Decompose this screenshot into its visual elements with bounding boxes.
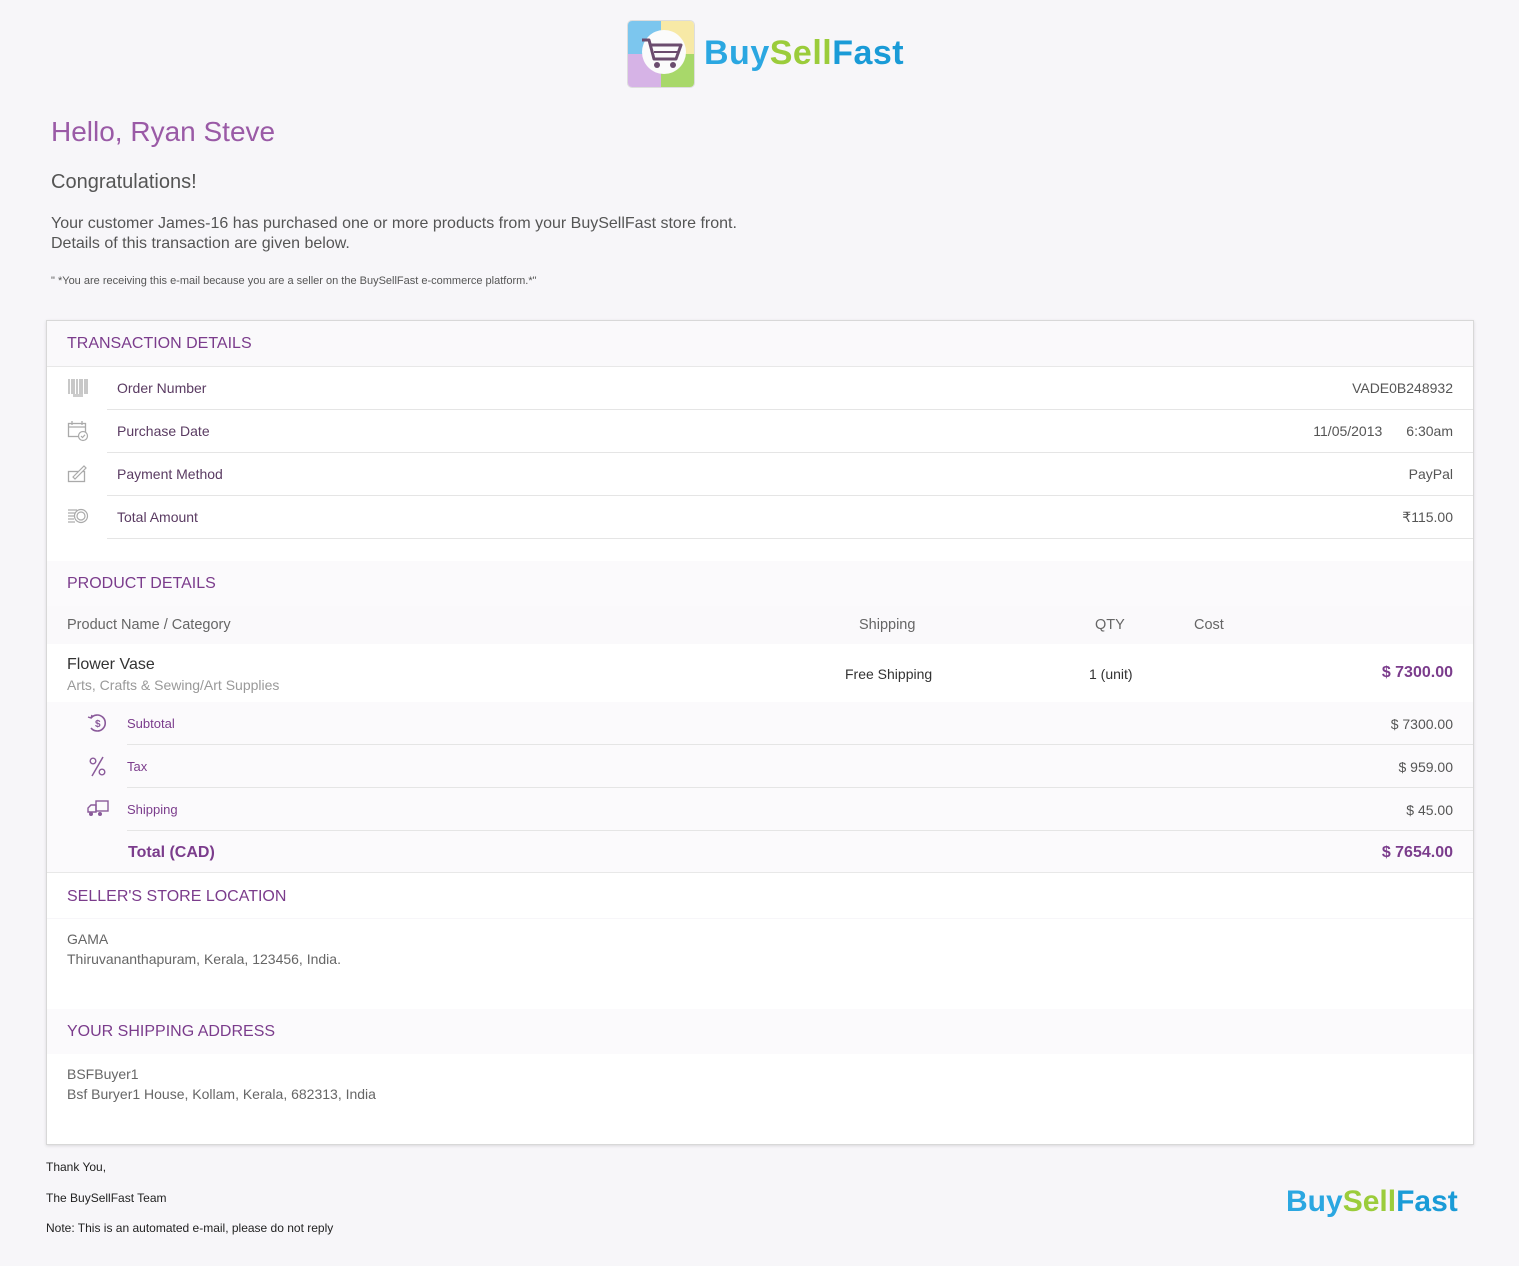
product-cost: $ 7300.00 — [1381, 664, 1453, 681]
tax-row: Tax $ 959.00 — [47, 745, 1473, 788]
truck-icon — [87, 798, 109, 820]
intro-text: Your customer James-16 has purchased one… — [51, 214, 737, 254]
order-total-value: $ 7654.00 — [1381, 844, 1453, 861]
brand-text-buy: Buy — [704, 34, 770, 72]
total-amount-label: Total Amount — [117, 509, 198, 525]
intro-line-2: Details of this transaction are given be… — [51, 235, 350, 252]
footer-brand-fast: Fast — [1396, 1185, 1458, 1218]
seller-address: Thiruvananthapuram, Kerala, 123456, Indi… — [67, 951, 341, 967]
product-table-header: Product Name / Category Shipping QTY Cos… — [47, 606, 1473, 644]
payment-method-value: PayPal — [1408, 466, 1453, 482]
shipping-address-heading: YOUR SHIPPING ADDRESS — [47, 1009, 1473, 1054]
footer-note: Note: This is an automated e-mail, pleas… — [46, 1221, 334, 1235]
tax-value: $ 959.00 — [1398, 759, 1454, 775]
footer-team: The BuySellFast Team — [46, 1191, 167, 1205]
cart-logo-icon — [628, 20, 694, 87]
product-details-heading: PRODUCT DETAILS — [47, 561, 1473, 607]
intro-line-1: Your customer James-16 has purchased one… — [51, 215, 737, 232]
payment-method-row: Payment Method PayPal — [47, 453, 1473, 496]
order-number-value: VADE0B248932 — [1352, 380, 1453, 396]
seller-location-heading: SELLER'S STORE LOCATION — [47, 874, 1473, 919]
seller-location-block: GAMA Thiruvananthapuram, Kerala, 123456,… — [67, 929, 341, 969]
order-number-label: Order Number — [117, 380, 207, 396]
transaction-details-heading: TRANSACTION DETAILS — [47, 321, 1473, 367]
shipping-value: $ 45.00 — [1406, 802, 1453, 818]
footer-brand-buy: Buy — [1286, 1185, 1343, 1218]
footer-thanks: Thank You, — [46, 1160, 107, 1174]
subtotal-row: $ Subtotal $ 7300.00 — [47, 702, 1473, 745]
payment-method-label: Payment Method — [117, 466, 223, 482]
total-amount-value: ₹115.00 — [1402, 509, 1453, 525]
purchase-date-row: Purchase Date 11/05/2013 6:30am — [47, 410, 1473, 453]
buyer-name: BSFBuyer1 — [67, 1066, 139, 1082]
shipping-address-block: BSFBuyer1 Bsf Buryer1 House, Kollam, Ker… — [67, 1064, 376, 1104]
product-name: Flower Vase — [67, 656, 155, 673]
calendar-icon — [67, 420, 89, 442]
brand-text-sell: Sell — [769, 34, 833, 72]
order-summary: $ Subtotal $ 7300.00 Tax $ 959.00 Shippi… — [47, 702, 1473, 873]
purchase-date-value: 11/05/2013 6:30am — [1313, 423, 1453, 439]
total-amount-row: Total Amount ₹115.00 — [47, 496, 1473, 539]
buyer-address: Bsf Buryer1 House, Kollam, Kerala, 68231… — [67, 1086, 376, 1102]
col-product-name: Product Name / Category — [67, 617, 231, 633]
barcode-icon — [67, 377, 89, 399]
col-cost: Cost — [1194, 617, 1224, 633]
payment-icon — [67, 463, 89, 485]
seller-name: GAMA — [67, 931, 109, 947]
tax-label: Tax — [127, 759, 148, 774]
purchase-time: 6:30am — [1406, 423, 1453, 439]
seller-notice: " *You are receiving this e-mail because… — [51, 275, 537, 287]
col-qty: QTY — [1095, 617, 1125, 633]
col-shipping: Shipping — [859, 617, 916, 633]
congrats-text: Congratulations! — [51, 171, 197, 193]
svg-text:$: $ — [95, 719, 101, 730]
footer-brand-logo: BuySellFast — [1286, 1185, 1458, 1219]
footer-brand-sell: Sell — [1342, 1185, 1397, 1218]
coins-icon — [67, 506, 89, 528]
details-card: TRANSACTION DETAILS Order Number VADE0B2… — [46, 320, 1474, 1145]
brand-text-fast: Fast — [832, 34, 905, 72]
order-number-row: Order Number VADE0B248932 — [47, 367, 1473, 410]
percent-icon — [87, 755, 109, 777]
product-qty: 1 (unit) — [1089, 666, 1133, 682]
product-shipping: Free Shipping — [845, 666, 933, 682]
purchase-date: 11/05/2013 — [1313, 423, 1383, 439]
product-row: Flower Vase Arts, Crafts & Sewing/Art Su… — [47, 644, 1473, 702]
brand-logo-text: BuySellFast — [704, 34, 904, 73]
shipping-label: Shipping — [127, 802, 178, 817]
email-page: BuySellFast Hello, Ryan Steve Congratula… — [0, 0, 1519, 1266]
subtotal-icon: $ — [87, 712, 109, 734]
purchase-date-label: Purchase Date — [117, 423, 210, 439]
subtotal-label: Subtotal — [127, 716, 175, 731]
subtotal-value: $ 7300.00 — [1390, 716, 1453, 732]
shipping-row: Shipping $ 45.00 — [47, 788, 1473, 831]
product-category: Arts, Crafts & Sewing/Art Supplies — [67, 677, 280, 693]
order-total-label: Total (CAD) — [128, 844, 215, 861]
brand-logo: BuySellFast — [628, 20, 904, 87]
greeting-heading: Hello, Ryan Steve — [51, 116, 276, 147]
